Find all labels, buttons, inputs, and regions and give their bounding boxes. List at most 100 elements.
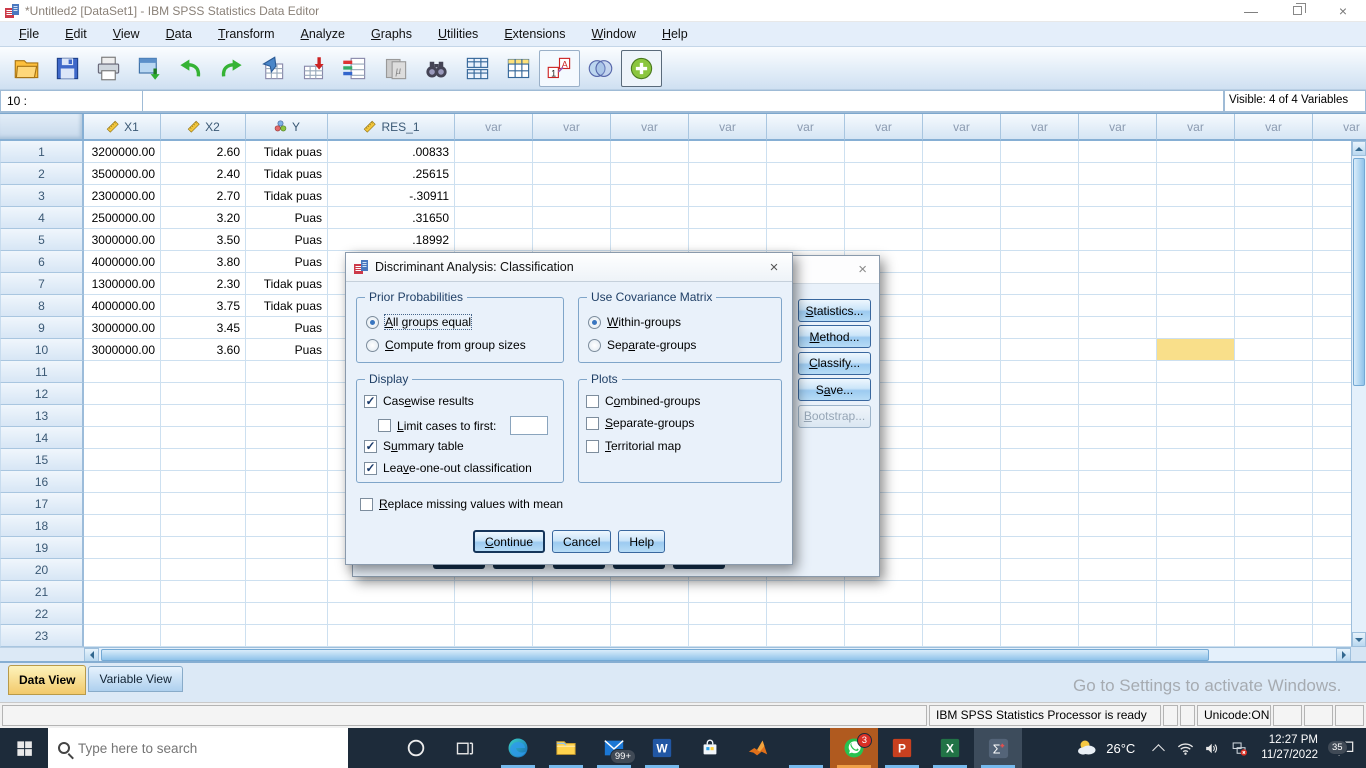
scroll-left-button[interactable] <box>84 648 99 661</box>
cell-var[interactable] <box>923 427 1001 449</box>
cell-var[interactable] <box>923 537 1001 559</box>
radio-icon[interactable] <box>366 339 379 352</box>
open-data-button[interactable] <box>6 50 47 87</box>
cell-y[interactable] <box>246 537 328 559</box>
cell-var[interactable] <box>1157 449 1235 471</box>
cell-var[interactable] <box>1001 141 1079 163</box>
cell-var[interactable] <box>1079 229 1157 251</box>
cell-x2[interactable] <box>161 471 246 493</box>
cell-var[interactable] <box>1079 449 1157 471</box>
cell-var[interactable] <box>455 229 533 251</box>
checkbox-territorial-map[interactable]: Territorial map <box>586 439 681 453</box>
cell-var[interactable] <box>1079 515 1157 537</box>
column-header-var[interactable]: var <box>611 114 689 141</box>
cell-x2[interactable] <box>161 581 246 603</box>
row-header[interactable]: 17 <box>0 493 84 515</box>
descriptive-statistics-button[interactable]: μ <box>375 50 416 87</box>
taskbar-search[interactable] <box>48 728 348 768</box>
cell-var[interactable] <box>1079 625 1157 647</box>
chrome-taskbar-button[interactable] <box>782 728 830 768</box>
cell-var[interactable] <box>923 603 1001 625</box>
cell-x2[interactable]: 3.50 <box>161 229 246 251</box>
cell-var[interactable] <box>1079 493 1157 515</box>
cell-var[interactable] <box>1079 427 1157 449</box>
cell-var[interactable] <box>1079 251 1157 273</box>
cell-x2[interactable] <box>161 559 246 581</box>
cell-x2[interactable] <box>161 603 246 625</box>
cell-var[interactable] <box>1001 251 1079 273</box>
cell-var[interactable] <box>923 405 1001 427</box>
row-header[interactable]: 3 <box>0 185 84 207</box>
cell-var[interactable] <box>689 185 767 207</box>
cell-var[interactable] <box>1001 273 1079 295</box>
find-button[interactable] <box>416 50 457 87</box>
cell-var[interactable] <box>1157 559 1235 581</box>
cell-x2[interactable]: 3.75 <box>161 295 246 317</box>
parent-button-bootstrap[interactable]: Bootstrap... <box>798 405 871 428</box>
cell-var[interactable] <box>1079 185 1157 207</box>
row-header[interactable]: 6 <box>0 251 84 273</box>
cell-var[interactable] <box>1235 295 1313 317</box>
word-taskbar-button[interactable]: W <box>638 728 686 768</box>
cell-var[interactable] <box>767 163 845 185</box>
cell-var[interactable] <box>767 141 845 163</box>
cell-x2[interactable]: 3.45 <box>161 317 246 339</box>
vertical-scroll-thumb[interactable] <box>1353 158 1365 386</box>
volume-button[interactable] <box>1199 739 1226 758</box>
redo-button[interactable] <box>211 50 252 87</box>
value-labels-button[interactable]: 1A <box>539 50 580 87</box>
cell-var[interactable] <box>533 141 611 163</box>
cell-var[interactable] <box>923 449 1001 471</box>
task-view-button[interactable] <box>440 728 488 768</box>
cell-var[interactable] <box>1001 625 1079 647</box>
cell-x1[interactable]: 3200000.00 <box>84 141 161 163</box>
cell-var[interactable] <box>845 141 923 163</box>
cell-var[interactable] <box>1157 295 1235 317</box>
cell-var[interactable] <box>1235 537 1313 559</box>
cell-y[interactable]: Tidak puas <box>246 185 328 207</box>
cell-var[interactable] <box>845 229 923 251</box>
row-header[interactable]: 16 <box>0 471 84 493</box>
cell-x1[interactable] <box>84 449 161 471</box>
cell-x2[interactable] <box>161 493 246 515</box>
cell-y[interactable] <box>246 625 328 647</box>
cell-var[interactable] <box>1079 207 1157 229</box>
cell-var[interactable] <box>1235 581 1313 603</box>
cell-x2[interactable] <box>161 449 246 471</box>
cell-var[interactable] <box>1001 185 1079 207</box>
cell-y[interactable] <box>246 603 328 625</box>
save-button[interactable] <box>47 50 88 87</box>
cell-var[interactable] <box>1157 537 1235 559</box>
cell-y[interactable]: Tidak puas <box>246 295 328 317</box>
checkbox-summary-table[interactable]: ✓Summary table <box>364 439 464 453</box>
cell-y[interactable] <box>246 493 328 515</box>
menu-edit[interactable]: Edit <box>52 24 100 44</box>
cell-var[interactable] <box>1235 405 1313 427</box>
cell-var[interactable] <box>1079 603 1157 625</box>
row-header[interactable]: 4 <box>0 207 84 229</box>
spss-taskbar-button[interactable]: Σ <box>974 728 1022 768</box>
radio-icon[interactable] <box>588 316 601 329</box>
checkbox-icon[interactable] <box>586 417 599 430</box>
cell-x1[interactable] <box>84 559 161 581</box>
cell-var[interactable] <box>1001 493 1079 515</box>
cell-y[interactable] <box>246 471 328 493</box>
cell-var[interactable] <box>1235 449 1313 471</box>
cell-var[interactable] <box>1157 361 1235 383</box>
cell-var[interactable] <box>1079 537 1157 559</box>
cell-var[interactable] <box>923 383 1001 405</box>
cell-var[interactable] <box>1235 493 1313 515</box>
cell-var[interactable] <box>1079 383 1157 405</box>
cell-x1[interactable] <box>84 625 161 647</box>
cell-x1[interactable] <box>84 427 161 449</box>
cell-var[interactable] <box>689 207 767 229</box>
whatsapp-taskbar-button[interactable]: 3 <box>830 728 878 768</box>
column-header-var[interactable]: var <box>533 114 611 141</box>
cell-var[interactable] <box>611 185 689 207</box>
checkbox-separate-groups[interactable]: Separate-groups <box>586 416 694 430</box>
cell-x2[interactable] <box>161 537 246 559</box>
column-header-var[interactable]: var <box>455 114 533 141</box>
cell-x1[interactable] <box>84 361 161 383</box>
checkbox-icon[interactable]: ✓ <box>364 462 377 475</box>
row-header[interactable]: 12 <box>0 383 84 405</box>
